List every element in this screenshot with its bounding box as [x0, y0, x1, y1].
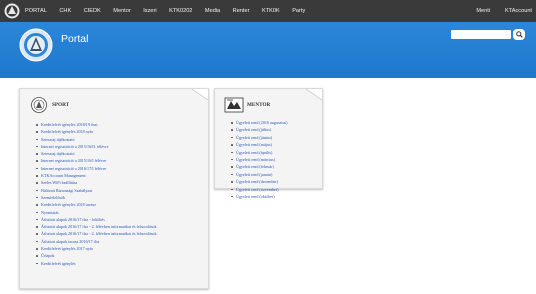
- nav-item[interactable]: KTK0202: [169, 8, 192, 14]
- mentor-link-item[interactable]: Ügyeleti rend (április): [230, 149, 322, 156]
- search-button[interactable]: [513, 29, 525, 40]
- site-logo-icon[interactable]: [3, 2, 21, 20]
- mentor-card-header: MENTOR: [224, 97, 270, 113]
- sport-link-item[interactable]: Kreditfelvét igénylés 2018 nyár: [35, 128, 207, 135]
- search-icon: [515, 31, 523, 38]
- sport-link-item[interactable]: Sziesztaj tájékoztató: [35, 136, 207, 143]
- mentor-link-item[interactable]: Ügyeleti rend (május): [230, 141, 322, 148]
- sport-link-item[interactable]: Hálózati Biztonsági Szabályzat: [35, 187, 207, 194]
- sport-card: SPORT Kreditfelvét igénylés 2018/19 őszi…: [19, 88, 209, 289]
- sport-card-title: SPORT: [52, 102, 70, 108]
- nav-item[interactable]: Party: [292, 8, 305, 14]
- mentor-link-item[interactable]: Ügyeleti rend (július): [230, 126, 322, 133]
- sport-link-item[interactable]: Kreditfelvét igénylés 2018/19 őszi: [35, 121, 207, 128]
- sport-link-item[interactable]: Nyomtatás: [35, 209, 207, 216]
- nav-menu: PORTAL CHK CIEDK Mentor Iszeri KTK0202 Media Re…: [25, 8, 318, 14]
- sport-link-item[interactable]: Szemfelelősök: [35, 194, 207, 201]
- sport-link-item[interactable]: KTKAccount Management: [35, 172, 207, 179]
- page-title: Portal: [61, 33, 89, 45]
- nav-item[interactable]: Renter: [233, 8, 250, 14]
- nav-item[interactable]: Menti: [476, 8, 490, 14]
- nav-item[interactable]: CHK: [59, 8, 71, 14]
- portal-header: Portal: [0, 22, 536, 78]
- nav-item[interactable]: CIEDK: [84, 8, 101, 14]
- mentor-logo-icon: [224, 97, 244, 113]
- top-nav-bar: PORTAL CHK CIEDK Mentor Iszeri KTK0202 Media Re…: [0, 0, 536, 22]
- sport-link-item[interactable]: Internet regisztráció a 2016/17/I félévr…: [35, 165, 207, 172]
- nav-item[interactable]: KTK0K: [262, 8, 280, 14]
- search-input[interactable]: [451, 30, 511, 39]
- sport-link-item[interactable]: Internet regisztráció a 2015/16/I félévr…: [35, 157, 207, 164]
- nav-item[interactable]: KTAccount: [505, 8, 532, 14]
- mentor-link-list: Ügyeleti rend (2016 augusztus) Ügyeleti r…: [230, 119, 322, 200]
- mentor-link-item[interactable]: Ügyeleti rend (január): [230, 171, 322, 178]
- nav-item[interactable]: PORTAL: [25, 8, 47, 14]
- sport-link-item[interactable]: Kreditfelvét igénylés 2017 nyár: [35, 245, 207, 252]
- mentor-card: MENTOR Ügyeleti rend (2016 augusztus) Ügy…: [214, 88, 323, 199]
- mentor-link-item[interactable]: Ügyeleti rend (november): [230, 186, 322, 193]
- page-fold-icon: [306, 89, 322, 100]
- page-fold-icon: [192, 89, 208, 100]
- nav-item[interactable]: Mentor: [113, 8, 130, 14]
- sport-link-item[interactable]: Átfuttott alapok 2016/17 tlsz - feltölté…: [35, 216, 207, 223]
- mentor-link-item[interactable]: Ügyeleti rend (március): [230, 156, 322, 163]
- mentor-link-item[interactable]: Ügyeleti rend (október): [230, 193, 322, 200]
- sport-link-item[interactable]: Kreditfelvét igénylés: [35, 260, 207, 267]
- sport-card-header: SPORT: [29, 97, 69, 113]
- nav-item[interactable]: Iszeri: [143, 8, 156, 14]
- sport-logo-icon: [31, 97, 47, 113]
- mentor-link-item[interactable]: Ügyeleti rend (december): [230, 178, 322, 185]
- mentor-link-item[interactable]: Ügyeleti rend (február): [230, 163, 322, 170]
- sport-link-item[interactable]: Sziesztaj tájékoztató: [35, 150, 207, 157]
- sport-link-item[interactable]: Átfuttott alapok 2016/17 tlsz - 2. félév…: [35, 223, 207, 230]
- portal-logo-icon[interactable]: [19, 28, 53, 62]
- mentor-card-title: MENTOR: [247, 102, 271, 108]
- sport-link-list: Kreditfelvét igénylés 2018/19 őszi Kredit…: [35, 121, 207, 267]
- mentor-link-item[interactable]: Ügyeleti rend (június): [230, 134, 322, 141]
- nav-menu-right: Menti KTAccount: [461, 0, 532, 22]
- sport-link-item[interactable]: Átfuttott alapok tavasz 2016/17 tlsz: [35, 238, 207, 245]
- sport-link-item[interactable]: Kreditfelvét igénylés 2018 tavasz: [35, 201, 207, 208]
- sport-link-item[interactable]: Internet regisztráció a 2015/16/II. félé…: [35, 143, 207, 150]
- nav-item[interactable]: Media: [205, 8, 220, 14]
- mentor-link-item[interactable]: Ügyeleti rend (2016 augusztus): [230, 119, 322, 126]
- sport-link-item[interactable]: Szeles WiFi beállítása: [35, 179, 207, 186]
- sport-link-item[interactable]: Űrlapok: [35, 252, 207, 259]
- sport-link-item[interactable]: Átfuttott alapok 2016/17 tlsz - 2. félév…: [35, 230, 207, 237]
